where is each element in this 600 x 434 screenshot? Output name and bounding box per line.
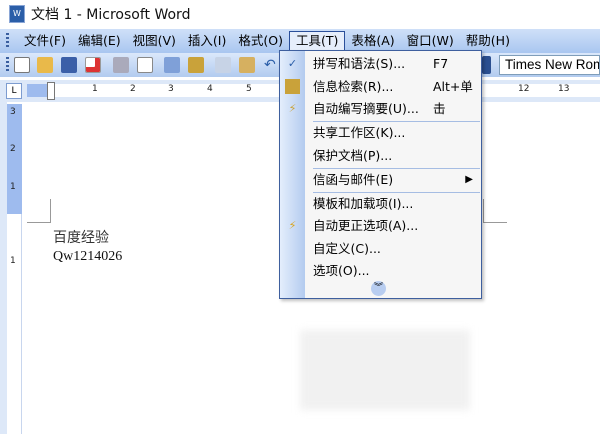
menu-item-label: 自定义(C)...: [313, 241, 381, 256]
menu-table[interactable]: 表格(A): [345, 31, 400, 51]
tools-menu: ✓ 拼写和语法(S)... F7 信息检索(R)... Alt+单击 ⚡ 自动编写摘…: [279, 50, 482, 299]
menu-item-label: 自动编写摘要(U)...: [313, 101, 419, 116]
submenu-arrow-icon: ▶: [465, 174, 473, 185]
research-icon: [285, 79, 300, 94]
ruler-tick: 3: [168, 84, 174, 94]
menu-item-autosummarize[interactable]: 自动编写摘要(U)...: [305, 98, 481, 120]
menu-item-label: 共享工作区(K)...: [313, 125, 406, 140]
menu-item-shared-workspace[interactable]: 共享工作区(K)...: [305, 122, 481, 144]
open-folder-icon[interactable]: [37, 57, 53, 73]
menu-tools[interactable]: 工具(T): [288, 31, 346, 51]
menu-item-label: 选项(O)...: [313, 263, 370, 278]
print-icon[interactable]: [113, 57, 129, 73]
menu-item-label: 信息检索(R)...: [313, 79, 394, 94]
save-icon[interactable]: [61, 57, 77, 73]
indent-marker[interactable]: [47, 82, 55, 100]
vertical-ruler: 3 2 1 1: [7, 104, 22, 434]
left-margin-bar: [0, 102, 7, 434]
crop-mark: [27, 199, 51, 223]
shortcut: F7: [433, 56, 449, 71]
print-preview-icon[interactable]: [137, 57, 153, 73]
ruler-tick: 5: [246, 84, 252, 94]
ruler-tick: 13: [558, 84, 570, 94]
menu-item-spelling[interactable]: 拼写和语法(S)... F7: [305, 53, 481, 75]
menu-item-autocorrect[interactable]: 自动更正选项(A)...: [305, 215, 481, 237]
paste-icon[interactable]: [239, 57, 255, 73]
crop-mark: [483, 199, 507, 223]
menu-format[interactable]: 格式(O): [232, 31, 289, 51]
font-name-box[interactable]: Times New Rom: [499, 55, 600, 75]
menu-insert[interactable]: 插入(I): [182, 31, 232, 51]
undo-icon[interactable]: ↶: [264, 57, 280, 73]
menu-item-label: 拼写和语法(S)...: [313, 56, 406, 71]
menubar-grip[interactable]: [6, 33, 9, 49]
tab-stop-selector[interactable]: L: [6, 83, 22, 99]
menu-help[interactable]: 帮助(H): [460, 31, 516, 51]
new-document-icon[interactable]: [14, 57, 30, 73]
spelling-icon: ✓: [287, 57, 298, 70]
copy-icon[interactable]: [215, 57, 231, 73]
menu-window[interactable]: 窗口(W): [401, 31, 460, 51]
ruler-tick: 1: [92, 84, 98, 94]
document-line: Qw1214026: [53, 249, 123, 264]
spelling-icon[interactable]: [164, 57, 180, 73]
menu-item-options[interactable]: 选项(O)...: [305, 260, 481, 282]
word-app-icon: W: [9, 5, 25, 23]
ruler-tick: 1: [10, 182, 16, 192]
autocorrect-icon: ⚡: [288, 219, 297, 232]
toolbar-options-icon[interactable]: [482, 56, 491, 74]
menu-file[interactable]: 文件(F): [18, 31, 72, 51]
blurred-region: [300, 330, 470, 410]
ruler-tick: 12: [518, 84, 530, 94]
ruler-tick: 4: [207, 84, 213, 94]
menu-edit[interactable]: 编辑(E): [72, 31, 127, 51]
menu-item-protect-document[interactable]: 保护文档(P)...: [305, 145, 481, 167]
title-bar: W 文档 1 - Microsoft Word: [0, 0, 600, 28]
permission-icon[interactable]: [85, 57, 101, 73]
menu-item-label: 保护文档(P)...: [313, 148, 393, 163]
menu-item-label: 模板和加载项(I)...: [313, 196, 414, 211]
toolbar-grip[interactable]: [6, 57, 9, 73]
menu-item-label: 信函与邮件(E): [313, 172, 394, 187]
menu-item-customize[interactable]: 自定义(C)...: [305, 238, 481, 260]
menu-view[interactable]: 视图(V): [127, 31, 182, 51]
menu-item-templates-addins[interactable]: 模板和加载项(I)...: [305, 193, 481, 215]
document-line: 百度经验: [53, 231, 109, 246]
research-icon[interactable]: [188, 57, 204, 73]
menu-item-letters-mailings[interactable]: 信函与邮件(E) ▶: [305, 169, 481, 191]
menu-item-research[interactable]: 信息检索(R)... Alt+单击: [305, 76, 481, 116]
ruler-tick: 2: [10, 144, 16, 154]
window-title: 文档 1 - Microsoft Word: [31, 7, 191, 23]
menu-item-label: 自动更正选项(A)...: [313, 218, 419, 233]
autosummarize-icon: ⚡: [288, 102, 297, 115]
ruler-tick: 3: [10, 107, 16, 117]
ruler-tick: 1: [10, 256, 16, 266]
ruler-tick: 2: [130, 84, 136, 94]
expand-menu-chevron-icon[interactable]: ︾: [371, 281, 386, 296]
